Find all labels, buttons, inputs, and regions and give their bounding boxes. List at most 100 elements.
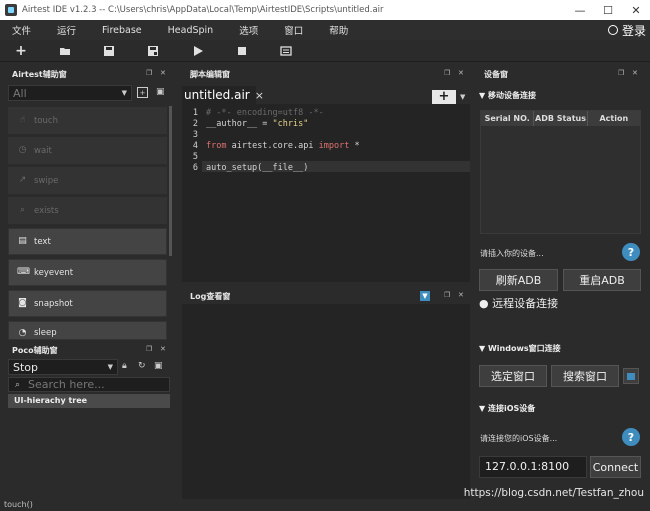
helper-wait-button[interactable]: ◷ wait xyxy=(8,137,167,164)
close-panel-icon[interactable]: ✕ xyxy=(458,69,466,77)
save-as-icon[interactable] xyxy=(147,45,159,57)
play-icon[interactable] xyxy=(192,45,204,57)
line-number: 2 xyxy=(192,119,198,129)
helper-exists-button[interactable]: ⌕ exists xyxy=(8,197,167,224)
helper-text-button[interactable]: ▤ text xyxy=(8,228,167,255)
code-line: # -*- encoding=utf8 -*- xyxy=(206,108,324,118)
airtest-panel-title: Airtest辅助窗 xyxy=(12,69,67,79)
login-button[interactable]: 登录 xyxy=(607,21,646,39)
log-output[interactable] xyxy=(182,306,470,499)
window-screenshot-button[interactable] xyxy=(623,368,639,384)
mobile-section-header[interactable]: ▼ 移动设备连接 xyxy=(479,90,536,101)
helper-scrollbar[interactable] xyxy=(169,106,172,256)
poco-mode-value: Stop xyxy=(13,360,39,374)
chevron-down-icon: ▼ xyxy=(121,89,127,97)
lock-icon[interactable]: 🔒︎ xyxy=(122,361,132,371)
poco-helper-panel: Poco辅助窗 ❐ ✕ Stop ▼ 🔒︎ ↻ ▣ ⌕ Search here.… xyxy=(4,342,172,499)
ios-address-input[interactable]: 127.0.0.1:8100 xyxy=(479,456,587,478)
expand-arrow-icon: ▼ xyxy=(479,344,486,353)
column-serial-no[interactable]: Serial NO. xyxy=(481,111,535,126)
helper-label: sleep xyxy=(34,328,57,338)
float-panel-icon[interactable]: ❐ xyxy=(146,345,154,353)
login-label: 登录 xyxy=(621,23,646,38)
save-icon[interactable] xyxy=(103,45,115,57)
editor-panel-header: 脚本编辑窗 xyxy=(182,66,470,82)
float-panel-icon[interactable]: ❐ xyxy=(444,291,452,299)
filter-select[interactable]: All ▼ xyxy=(8,85,132,101)
filter-icon[interactable]: ▼ xyxy=(420,291,430,301)
windows-section-header[interactable]: ▼ Windows窗口连接 xyxy=(479,343,561,354)
toolbar: + xyxy=(0,40,650,62)
helper-touch-button[interactable]: ☝ touch xyxy=(8,107,167,134)
ui-hierarchy-tree-item[interactable]: UI-hierachy tree xyxy=(8,394,170,408)
close-panel-icon[interactable]: ✕ xyxy=(160,69,168,77)
stop-icon[interactable] xyxy=(236,45,248,57)
chevron-down-icon[interactable]: ▼ xyxy=(460,93,465,101)
helper-label: text xyxy=(34,236,51,247)
remote-device-connect[interactable]: ● 远程设备连接 xyxy=(479,295,558,311)
script-editor-panel: 脚本编辑窗 ❐ ✕ untitled.air × + ▼ 1 # -*- enc… xyxy=(182,66,470,282)
menu-file[interactable]: 文件 xyxy=(12,23,31,37)
user-icon xyxy=(607,25,618,35)
line-number: 3 xyxy=(192,130,198,140)
help-icon[interactable]: ? xyxy=(622,428,640,446)
windows-section-label: Windows窗口连接 xyxy=(487,344,561,353)
tab-close-icon[interactable]: × xyxy=(255,89,264,102)
folder-open-icon[interactable] xyxy=(59,45,71,57)
helper-label: keyevent xyxy=(34,267,74,278)
screenshot-icon[interactable]: ▣ xyxy=(154,361,164,371)
helper-swipe-button[interactable]: ↗ swipe xyxy=(8,167,167,194)
airtest-app-icon xyxy=(5,4,17,16)
minimize-button[interactable]: — xyxy=(566,0,594,20)
select-window-button[interactable]: 选定窗口 xyxy=(479,365,547,387)
float-panel-icon[interactable]: ❐ xyxy=(618,69,626,77)
expand-arrow-icon: ▼ xyxy=(479,91,486,100)
close-panel-icon[interactable]: ✕ xyxy=(632,69,640,77)
menu-window[interactable]: 窗口 xyxy=(284,23,303,37)
helper-keyevent-button[interactable]: ⌨ keyevent xyxy=(8,259,167,286)
restart-adb-button[interactable]: 重启ADB xyxy=(563,269,641,291)
menu-help[interactable]: 帮助 xyxy=(329,23,348,37)
plus-icon[interactable]: + xyxy=(15,44,27,58)
column-action[interactable]: Action xyxy=(588,111,640,126)
column-adb-status[interactable]: ADB Status xyxy=(534,111,588,126)
line-number: 6 xyxy=(192,163,198,173)
add-image-icon[interactable]: + xyxy=(137,87,148,98)
maximize-button[interactable]: ☐ xyxy=(594,0,622,20)
close-panel-icon[interactable]: ✕ xyxy=(458,291,466,299)
close-button[interactable]: ✕ xyxy=(622,0,650,20)
help-icon[interactable]: ? xyxy=(622,243,640,261)
menu-options[interactable]: 选项 xyxy=(239,23,258,37)
watermark: https://blog.csdn.net/Testfan_zhou xyxy=(463,487,644,499)
code-area[interactable]: 1 # -*- encoding=utf8 -*- 2 __author__ =… xyxy=(182,106,470,282)
poco-search-input[interactable]: ⌕ Search here... xyxy=(8,377,170,392)
float-panel-icon[interactable]: ❐ xyxy=(146,69,154,77)
refresh-icon[interactable]: ↻ xyxy=(138,361,148,371)
helper-snapshot-button[interactable]: ◙ snapshot xyxy=(8,290,167,317)
search-window-button[interactable]: 搜索窗口 xyxy=(551,365,619,387)
close-panel-icon[interactable]: ✕ xyxy=(160,345,168,353)
refresh-adb-button[interactable]: 刷新ADB xyxy=(479,269,558,291)
ios-section-header[interactable]: ▼ 连接iOS设备 xyxy=(479,403,535,414)
report-icon[interactable] xyxy=(280,45,292,57)
helper-sleep-button[interactable]: ◔ sleep xyxy=(8,321,167,340)
connect-button[interactable]: Connect xyxy=(590,456,641,478)
poco-mode-select[interactable]: Stop ▼ xyxy=(8,359,118,375)
line-number: 5 xyxy=(192,152,198,162)
menu-headspin[interactable]: HeadSpin xyxy=(168,25,214,36)
line-number: 4 xyxy=(192,141,198,151)
ios-prompt: 请连接您的iOS设备... xyxy=(480,434,558,443)
device-table: Serial NO. ADB Status Action xyxy=(480,110,641,234)
tab-label: untitled.air xyxy=(184,88,250,102)
code-line: auto_setup(__file__) xyxy=(206,163,309,173)
new-tab-button[interactable]: + xyxy=(432,90,456,104)
helper-label: swipe xyxy=(34,175,59,186)
menu-firebase[interactable]: Firebase xyxy=(102,25,142,36)
float-panel-icon[interactable]: ❐ xyxy=(444,69,452,77)
menu-run[interactable]: 运行 xyxy=(57,23,76,37)
poco-panel-title: Poco辅助窗 xyxy=(12,345,58,355)
screenshot-icon[interactable]: ▣ xyxy=(156,87,167,98)
tab-untitled-air[interactable]: untitled.air × xyxy=(182,86,264,104)
camera-icon: ◙ xyxy=(18,298,27,308)
ios-section-label: 连接iOS设备 xyxy=(487,404,536,413)
